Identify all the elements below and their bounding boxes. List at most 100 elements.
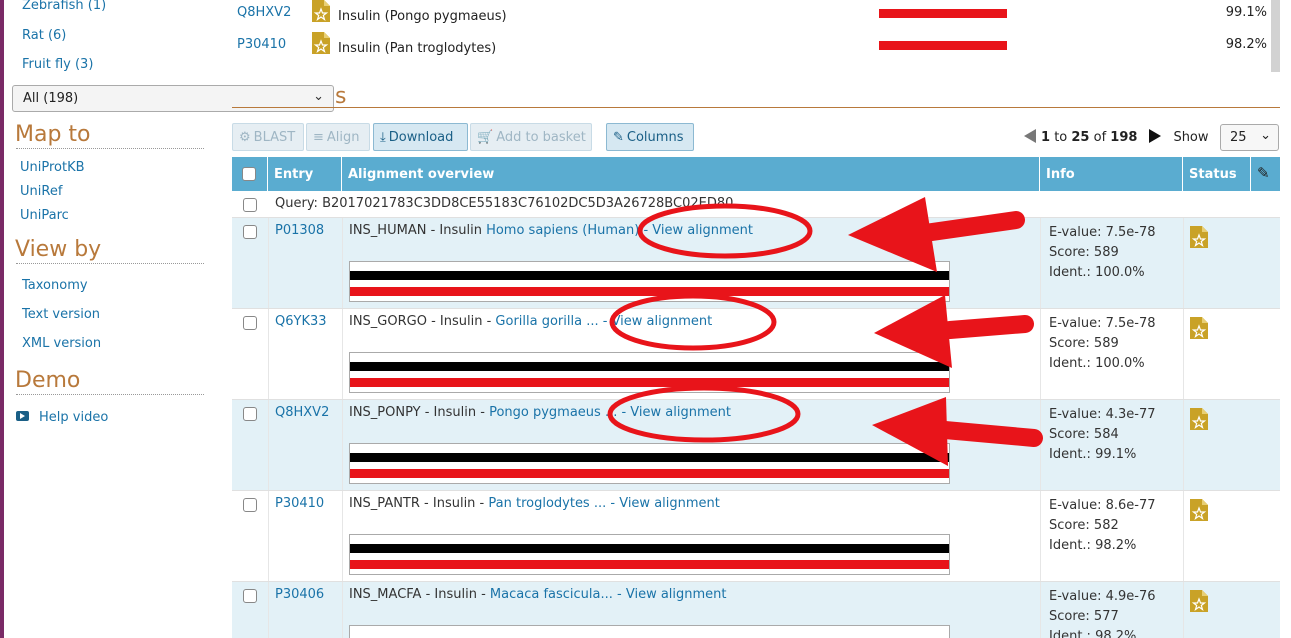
next-page-icon[interactable]: [1149, 129, 1162, 143]
help-video-link[interactable]: Help video: [39, 410, 108, 425]
download-icon: ⤓: [380, 130, 386, 145]
entry-accession-link[interactable]: Q8HXV2: [275, 405, 329, 420]
identity: Ident.: 99.1%: [1049, 447, 1137, 462]
row-checkbox[interactable]: [243, 407, 257, 421]
score: Score: 577: [1049, 609, 1119, 624]
status-column-header[interactable]: Status: [1183, 157, 1251, 191]
protein-name: INS_MACFA - Insulin -: [349, 587, 490, 602]
table-row: P30406 INS_MACFA - Insulin - Macaca fasc…: [232, 582, 1280, 638]
basket-icon: 🛒: [477, 130, 494, 145]
filter-rat[interactable]: Rat (6): [22, 28, 66, 43]
row-checkbox[interactable]: [243, 225, 257, 239]
view-alignment-link[interactable]: - View alignment: [599, 314, 713, 329]
pencil-icon: ✎: [613, 130, 624, 145]
identity: Ident.: 98.2%: [1049, 538, 1137, 553]
alignment-graphic: [349, 261, 950, 302]
organism-link[interactable]: Macaca fascicula...: [490, 587, 613, 602]
score: Score: 582: [1049, 518, 1119, 533]
view-alignment-link[interactable]: - View alignment: [613, 587, 727, 602]
info-cell: E-value: 7.5e-78 Score: 589 Ident.: 100.…: [1049, 223, 1155, 283]
protein-name: INS_HUMAN - Insulin: [349, 223, 487, 238]
row-checkbox[interactable]: [243, 316, 257, 330]
evalue: E-value: 7.5e-78: [1049, 316, 1156, 331]
select-all-checkbox[interactable]: [242, 167, 256, 181]
identity-bar: [879, 41, 1007, 50]
reviewed-doc-star-icon: [1190, 499, 1208, 525]
page-to-word: to: [1054, 130, 1068, 145]
pencil-icon[interactable]: ✎: [1257, 164, 1270, 182]
align-label: Align: [326, 130, 360, 145]
entry-accession-link[interactable]: P30410: [275, 496, 324, 511]
top-result-row: P30410 Insulin (Pan troglodytes) 98.2%: [232, 32, 1272, 62]
alignment-description: INS_GORGO - Insulin - Gorilla gorilla ..…: [349, 314, 712, 329]
view-by-heading: View by: [15, 237, 102, 262]
alignment-graphic: [349, 625, 950, 638]
section-title: s: [335, 84, 347, 109]
columns-button[interactable]: ✎ Columns: [606, 123, 694, 151]
info-column-header[interactable]: Info: [1040, 157, 1183, 191]
entry-column-header[interactable]: Entry: [268, 157, 342, 191]
protein-name: INS_PONPY - Insulin -: [349, 405, 490, 420]
add-to-basket-label: Add to basket: [496, 130, 586, 145]
entry-accession-link[interactable]: P01308: [275, 223, 324, 238]
prev-page-icon[interactable]: [1024, 129, 1036, 143]
view-by-text-version[interactable]: Text version: [22, 307, 100, 322]
show-label: Show: [1173, 130, 1209, 145]
top-row-identity: 98.2%: [1225, 37, 1267, 52]
query-checkbox[interactable]: [243, 198, 257, 212]
alignment-graphic: [349, 534, 950, 575]
download-label: Download: [388, 130, 454, 145]
top-result-row: Q8HXV2 Insulin (Pongo pygmaeus) 99.1%: [232, 0, 1272, 30]
organism-select-value: All (198): [23, 91, 79, 106]
page-size-select[interactable]: 25 ⌄: [1220, 124, 1279, 151]
map-to-uniref[interactable]: UniRef: [20, 184, 62, 199]
blast-button[interactable]: ⚙ BLAST: [232, 123, 304, 151]
edit-columns-cell: ✎: [1251, 157, 1280, 191]
filter-zebrafish[interactable]: Zebrafish (1): [22, 0, 106, 13]
map-to-uniprotkb[interactable]: UniProtKB: [20, 160, 85, 175]
view-by-taxonomy[interactable]: Taxonomy: [22, 278, 88, 293]
view-alignment-link[interactable]: - View alignment: [639, 223, 753, 238]
view-alignment-link[interactable]: - View alignment: [606, 496, 720, 511]
download-button[interactable]: ⤓ Download: [373, 123, 468, 151]
score: Score: 589: [1049, 336, 1119, 351]
top-row-accession[interactable]: P30410: [237, 37, 286, 52]
row-checkbox[interactable]: [243, 589, 257, 603]
identity-bar: [879, 9, 1007, 18]
organism-link[interactable]: Pan troglodytes ...: [488, 496, 606, 511]
map-to-divider: [16, 148, 204, 149]
identity: Ident.: 98.2%: [1049, 629, 1137, 638]
page-to: 25: [1071, 130, 1090, 145]
reviewed-doc-star-icon: [312, 32, 330, 58]
alignment-overview-column-header[interactable]: Alignment overview: [342, 157, 1040, 191]
view-alignment-link[interactable]: - View alignment: [617, 405, 731, 420]
info-cell: E-value: 4.3e-77 Score: 584 Ident.: 99.1…: [1049, 405, 1155, 465]
row-checkbox[interactable]: [243, 498, 257, 512]
video-play-icon: [16, 411, 29, 421]
entry-accession-link[interactable]: P30406: [275, 587, 324, 602]
scrollbar-thumb[interactable]: [1271, 0, 1280, 72]
filter-fruit-fly[interactable]: Fruit fly (3): [22, 57, 93, 72]
query-sequence-id: Query: B2017021783C3DD8CE55183C76102DC5D…: [275, 196, 734, 211]
top-row-accession[interactable]: Q8HXV2: [237, 5, 291, 20]
select-all-cell: [232, 157, 268, 191]
alignment-description: INS_PONPY - Insulin - Pongo pygmaeus ...…: [349, 405, 731, 420]
map-to-uniparc[interactable]: UniParc: [20, 208, 69, 223]
reviewed-doc-star-icon: [1190, 408, 1208, 434]
reviewed-doc-star-icon: [312, 0, 330, 26]
organism-link[interactable]: Homo sapiens (Human): [486, 223, 639, 238]
view-by-xml-version[interactable]: XML version: [22, 336, 101, 351]
organism-link[interactable]: Pongo pygmaeus ...: [489, 405, 617, 420]
evalue: E-value: 4.9e-76: [1049, 589, 1156, 604]
align-button[interactable]: ≡ Align: [306, 123, 370, 151]
evalue: E-value: 4.3e-77: [1049, 407, 1156, 422]
section-divider: [232, 107, 1280, 108]
pagination: 1 to 25 of 198 Show: [1024, 129, 1209, 145]
blast-icon: ⚙: [239, 130, 251, 145]
entry-accession-link[interactable]: Q6YK33: [275, 314, 327, 329]
evalue: E-value: 7.5e-78: [1049, 225, 1156, 240]
page-size-value: 25: [1230, 130, 1247, 145]
info-cell: E-value: 4.9e-76 Score: 577 Ident.: 98.2…: [1049, 587, 1155, 638]
add-to-basket-button[interactable]: 🛒 Add to basket: [470, 123, 592, 151]
organism-link[interactable]: Gorilla gorilla ...: [495, 314, 598, 329]
